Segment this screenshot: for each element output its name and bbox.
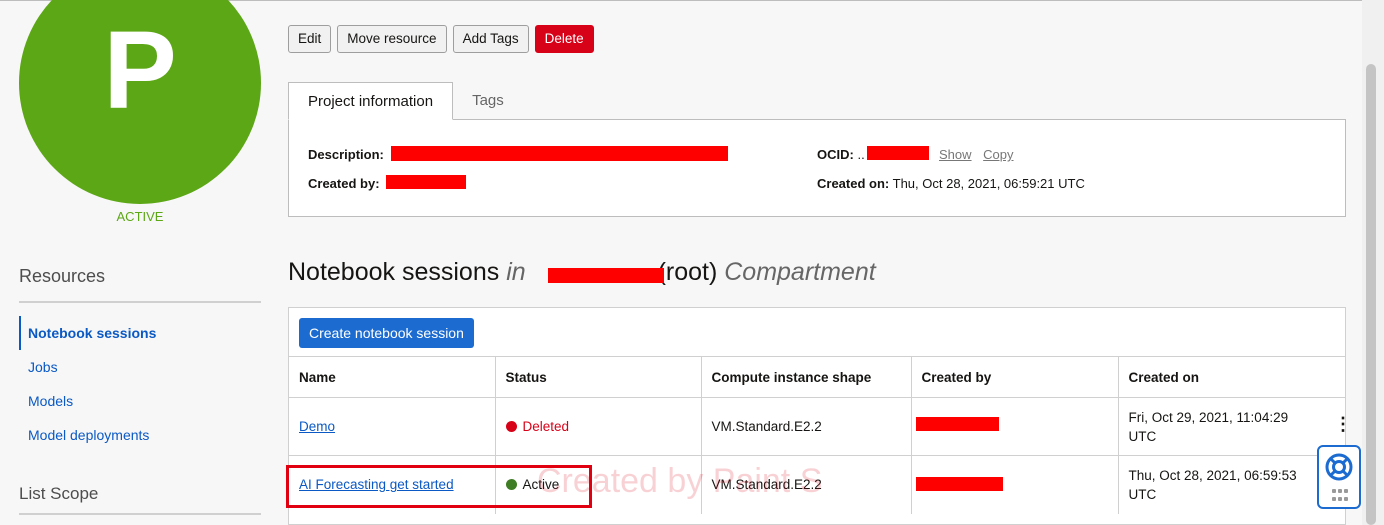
cell-created-on: Fri, Oct 29, 2021, 11:04:29 UTC xyxy=(1118,397,1345,456)
list-scope-heading: List Scope xyxy=(19,484,99,503)
project-info-panel: Description: Created by: OCID: .. Show C… xyxy=(288,119,1346,217)
cell-created-on: Thu, Oct 28, 2021, 06:59:53 UTC xyxy=(1118,455,1345,514)
ocid-actions: Show Copy xyxy=(931,147,1014,162)
table-row: Demo Deleted VM.Standard.E2.2 Fri, Oct 2… xyxy=(289,397,1345,456)
create-notebook-session-button[interactable]: Create notebook session xyxy=(299,318,474,348)
tab-tags[interactable]: Tags xyxy=(453,82,523,120)
resources-nav: Notebook sessions Jobs Models Model depl… xyxy=(19,316,261,452)
kebab-icon[interactable]: ⋮ xyxy=(1334,415,1352,433)
session-link[interactable]: Demo xyxy=(299,419,335,434)
redaction-mark xyxy=(916,417,999,431)
life-ring-icon xyxy=(1325,453,1353,481)
column-header-shape[interactable]: Compute instance shape xyxy=(701,356,912,398)
redaction-mark xyxy=(548,268,664,283)
section-title-root: (root) xyxy=(657,258,718,286)
created-on-value: Thu, Oct 28, 2021, 06:59:21 UTC xyxy=(892,176,1085,191)
tab-project-information[interactable]: Project information xyxy=(288,82,454,120)
delete-button[interactable]: Delete xyxy=(534,25,594,53)
redaction-mark xyxy=(867,146,929,160)
ocid-value: .. xyxy=(857,147,865,162)
ocid-show-link[interactable]: Show xyxy=(939,147,972,162)
redaction-mark xyxy=(386,175,466,189)
resources-divider xyxy=(19,301,261,303)
description-row: Description: xyxy=(308,147,384,162)
status-dot-icon xyxy=(505,421,517,432)
sidebar-item-models[interactable]: Models xyxy=(19,384,261,418)
cell-status: Deleted xyxy=(495,397,702,456)
ocid-copy-link[interactable]: Copy xyxy=(983,147,1013,162)
created-on-row: Created on: Thu, Oct 28, 2021, 06:59:21 … xyxy=(817,176,1085,191)
project-state-label: ACTIVE xyxy=(116,209,164,224)
description-label: Description: xyxy=(308,147,384,162)
scrollbar-thumb[interactable] xyxy=(1366,64,1376,525)
redaction-mark xyxy=(916,477,1003,491)
ocid-row: OCID: .. xyxy=(817,147,865,162)
sidebar-item-model-deployments[interactable]: Model deployments xyxy=(19,418,261,452)
avatar-initial: P xyxy=(103,8,177,132)
cell-shape: VM.Standard.E2.2 xyxy=(701,397,912,456)
section-title-in: in xyxy=(506,258,526,286)
move-resource-button[interactable]: Move resource xyxy=(337,25,447,53)
section-title-compartment: Compartment xyxy=(724,258,876,286)
created-by-row: Created by: xyxy=(308,176,380,191)
created-on-label: Created on: xyxy=(817,176,890,191)
column-header-created-on[interactable]: Created on xyxy=(1118,356,1345,398)
ocid-label: OCID: xyxy=(817,147,854,162)
cell-name: Demo xyxy=(289,397,496,456)
section-title-main: Notebook sessions xyxy=(288,258,500,286)
column-header-status[interactable]: Status xyxy=(495,356,702,398)
grid-icon xyxy=(1332,489,1348,503)
annotation-highlight-box xyxy=(286,465,592,508)
detail-tabs: Project information Tags xyxy=(288,82,523,120)
help-widget[interactable] xyxy=(1317,445,1361,509)
column-header-name[interactable]: Name xyxy=(289,356,496,398)
table-header-row: Name Status Compute instance shape Creat… xyxy=(289,356,1345,398)
add-tags-button[interactable]: Add Tags xyxy=(452,25,529,53)
resources-heading: Resources xyxy=(19,266,106,286)
list-scope-divider xyxy=(19,513,261,515)
column-header-created-by[interactable]: Created by xyxy=(911,356,1119,398)
project-avatar: P xyxy=(19,0,261,204)
redaction-mark xyxy=(391,146,728,161)
created-by-label: Created by: xyxy=(308,176,380,191)
sidebar-item-jobs[interactable]: Jobs xyxy=(19,350,261,384)
status-text: Deleted xyxy=(522,419,570,434)
edit-button[interactable]: Edit xyxy=(288,25,332,53)
sidebar-item-notebook-sessions[interactable]: Notebook sessions xyxy=(19,316,261,350)
action-toolbar: Edit Move resource Add Tags Delete xyxy=(288,25,594,53)
